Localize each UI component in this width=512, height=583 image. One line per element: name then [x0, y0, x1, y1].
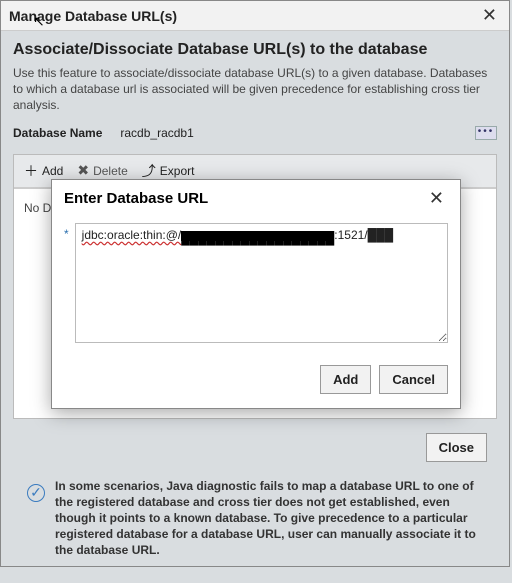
- dialog-title: Manage Database URL(s): [9, 8, 177, 24]
- modal-footer: Add Cancel: [52, 355, 460, 408]
- close-icon[interactable]: ✕: [478, 5, 501, 26]
- export-button[interactable]: ⤴ Export: [142, 161, 195, 181]
- delete-label: Delete: [93, 164, 128, 178]
- export-label: Export: [160, 164, 195, 178]
- url-suffix: :1521/███: [334, 228, 393, 242]
- page-description: Use this feature to associate/dissociate…: [13, 65, 497, 114]
- url-prefix: jdbc:oracle:thin:@/: [82, 228, 182, 242]
- close-button[interactable]: Close: [426, 433, 487, 462]
- page-heading: Associate/Dissociate Database URL(s) to …: [13, 41, 497, 59]
- export-icon: ⤴: [142, 161, 156, 181]
- enter-url-modal: Enter Database URL ✕ * jdbc:oracle:thin:…: [51, 179, 461, 409]
- modal-header: Enter Database URL ✕: [52, 180, 460, 213]
- add-label: Add: [42, 164, 63, 178]
- database-name-label: Database Name: [13, 126, 102, 140]
- close-row: Close: [13, 419, 497, 470]
- info-text: In some scenarios, Java diagnostic fails…: [55, 478, 483, 559]
- database-name-value: racdb_racdb1: [120, 126, 193, 140]
- database-name-row: Database Name racdb_racdb1 •••: [13, 126, 497, 140]
- plus-icon: ＋: [24, 161, 38, 181]
- manage-db-url-dialog: Manage Database URL(s) ✕ ↖ Associate/Dis…: [0, 0, 510, 567]
- delete-icon: ✖: [77, 162, 89, 179]
- modal-cancel-button[interactable]: Cancel: [379, 365, 448, 394]
- modal-title: Enter Database URL: [64, 190, 208, 207]
- add-button[interactable]: ＋ Add: [24, 161, 63, 181]
- url-obscured: ██████████████████: [181, 231, 334, 241]
- dialog-header: Manage Database URL(s) ✕: [1, 1, 509, 31]
- modal-body: * jdbc:oracle:thin:@/██████████████████:…: [52, 213, 460, 355]
- delete-button[interactable]: ✖ Delete: [77, 162, 127, 179]
- modal-add-button[interactable]: Add: [320, 365, 371, 394]
- url-textarea[interactable]: jdbc:oracle:thin:@/██████████████████:15…: [75, 223, 448, 343]
- required-marker: *: [64, 227, 69, 241]
- info-icon: ✓: [27, 484, 45, 502]
- modal-close-icon[interactable]: ✕: [425, 188, 448, 209]
- more-actions-button[interactable]: •••: [475, 126, 497, 140]
- info-box: ✓ In some scenarios, Java diagnostic fai…: [13, 470, 497, 573]
